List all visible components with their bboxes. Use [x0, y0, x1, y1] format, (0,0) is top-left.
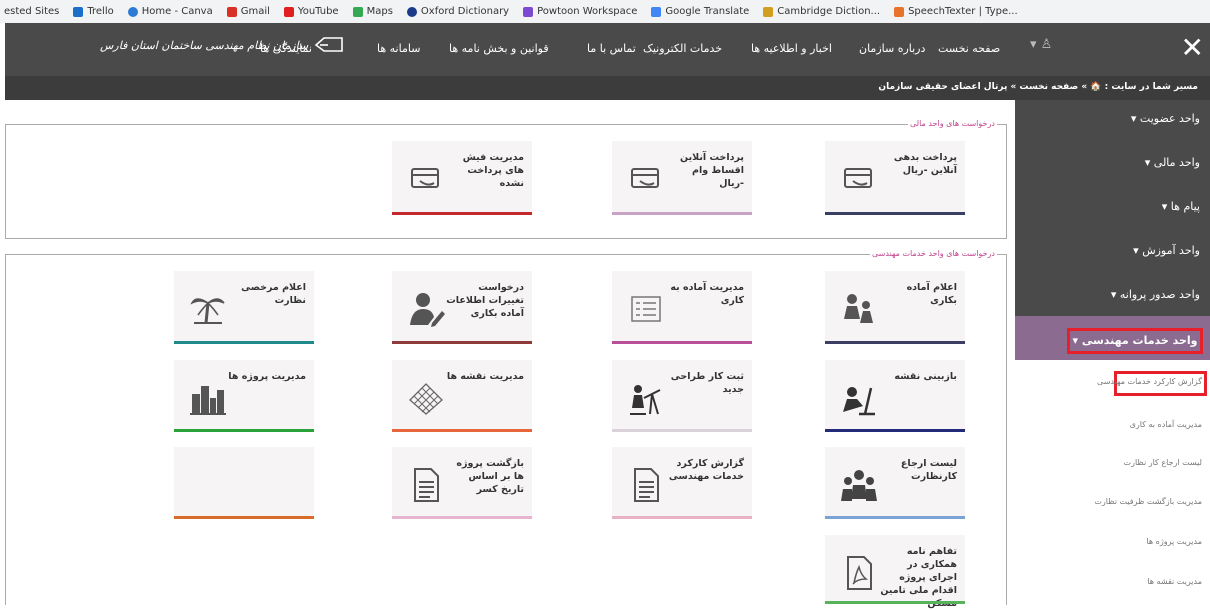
youtube-icon [283, 6, 294, 17]
bookmarks-bar: ested Sites Trello Home - Canva Gmail Yo… [0, 0, 1210, 23]
card-accent-bar [174, 429, 314, 432]
palm-tree-icon [190, 298, 225, 324]
card-accent-bar [612, 429, 752, 432]
card-accent-bar [392, 429, 532, 432]
inspector-icon [843, 387, 875, 416]
engineering-legend: درخواست های واحد خدمات مهندسی [870, 249, 997, 258]
card-project-return-by-date[interactable]: بازگشت پروژه ها بر اساس تاریخ کسر [392, 447, 532, 519]
logo-emblem-icon [314, 37, 344, 52]
card-accent-bar [612, 212, 752, 215]
sidebar-menu: واحد عضویت ▾ واحد مالی ▾ پیام ها ▾ واحد … [1015, 100, 1210, 316]
card-engineering-work-report[interactable]: گزارش کارکرد خدمات مهندسی [612, 447, 752, 519]
user-icon[interactable]: ▾ ♙ [1030, 37, 1052, 52]
sidebar-item-messages[interactable]: پیام ها ▾ [1162, 200, 1200, 213]
translate-icon [651, 6, 662, 17]
card-empty [174, 447, 314, 519]
gmail-icon [226, 6, 237, 17]
card-accent-bar [825, 341, 965, 344]
sidebar-item-education[interactable]: واحد آموزش ▾ [1133, 244, 1200, 257]
document-icon [414, 468, 439, 502]
bookmark-speechtexter[interactable]: SpeechTexter | Type... [894, 6, 1018, 17]
pdf-icon [847, 556, 872, 590]
powtoon-icon [523, 6, 534, 17]
workers-icon [844, 294, 873, 323]
nav-about[interactable]: درباره سازمان [859, 42, 925, 55]
submenu-maps[interactable]: مدیریت نقشه ها [1147, 577, 1202, 586]
submenu-capacity-return[interactable]: مدیریت بازگشت ظرفیت نظارت [1094, 497, 1202, 506]
breadcrumb: مسیر شما در سایت : 🏠 » صفحه نخست » پرتال… [878, 82, 1198, 92]
canva-icon [127, 6, 138, 17]
sidebar-item-membership[interactable]: واحد عضویت ▾ [1131, 112, 1200, 125]
bookmark-google-translate[interactable]: Google Translate [651, 6, 749, 17]
close-icon[interactable]: ✕ [1181, 33, 1204, 63]
card-announce-readiness[interactable]: اعلام آماده بکاری [825, 271, 965, 344]
oxford-icon [406, 6, 417, 17]
nav-home[interactable]: صفحه نخست [938, 42, 1000, 55]
card-readiness-management[interactable]: مدیریت آماده به کاری [612, 271, 752, 344]
bookmark-suggested-sites[interactable]: ested Sites [4, 6, 59, 17]
card-housing-cooperation-agreement[interactable]: تفاهم نامه همکاری در اجرای پروژه اقدام م… [825, 535, 965, 609]
card-accent-bar [612, 341, 752, 344]
card-accent-bar [825, 212, 965, 215]
nav-systems[interactable]: سامانه ها [377, 42, 420, 55]
card-new-design-register[interactable]: ثبت کار طراحی جدید [612, 360, 752, 432]
card-accent-bar [612, 516, 752, 519]
sidebar-item-engineering-services[interactable]: واحد خدمات مهندسی ▾ [1015, 316, 1210, 360]
map-grid-icon [409, 383, 443, 415]
card-readiness-info-change[interactable]: درخواست تغییرات اطلاعات آماده بکاری [392, 271, 532, 344]
submenu-projects[interactable]: مدیریت پروژه ها [1146, 537, 1202, 546]
bookmark-canva[interactable]: Home - Canva [127, 6, 213, 17]
card-accent-bar [825, 429, 965, 432]
card-supervision-referral-list[interactable]: لیست ارجاع کارنظارت [825, 447, 965, 519]
card-accent-bar [392, 516, 532, 519]
site-logo[interactable]: سازمان نظام مهندسی ساختمان استان فارس [100, 36, 344, 54]
trello-icon [73, 6, 84, 17]
user-edit-icon [410, 293, 445, 327]
card-payment-icon [631, 168, 659, 188]
top-navigation: ✕ ▾ ♙ صفحه نخست درباره سازمان اخبار و اط… [5, 23, 1210, 76]
nav-news[interactable]: اخبار و اطلاعیه ها [751, 42, 832, 55]
nav-e-services[interactable]: خدمات الکترونیک [643, 42, 722, 55]
card-online-debt-payment[interactable]: پرداخت بدهی آنلاین -ریال [825, 141, 965, 215]
bookmark-cambridge[interactable]: Cambridge Diction... [763, 6, 880, 17]
nav-contact[interactable]: تماس با ما [587, 42, 636, 55]
sidebar-item-finance[interactable]: واحد مالی ▾ [1145, 156, 1200, 169]
sidebar: واحد عضویت ▾ واحد مالی ▾ پیام ها ▾ واحد … [1015, 100, 1210, 604]
card-supervision-leave[interactable]: اعلام مرخصی نظارت [174, 271, 314, 344]
card-accent-bar [825, 516, 965, 519]
designer-icon [630, 385, 661, 415]
bookmark-gmail[interactable]: Gmail [226, 6, 270, 17]
speechtexter-icon [894, 6, 905, 17]
maps-icon [352, 6, 363, 17]
card-map-review[interactable]: بازبینی نقشه [825, 360, 965, 432]
card-accent-bar [392, 341, 532, 344]
bookmark-youtube[interactable]: YouTube [283, 6, 339, 17]
card-payment-icon [411, 168, 439, 188]
bookmark-maps[interactable]: Maps [352, 6, 393, 17]
cambridge-icon [763, 6, 774, 17]
card-accent-bar [174, 341, 314, 344]
document-icon [634, 468, 659, 502]
card-accent-bar [392, 212, 532, 215]
submenu-supervision-referral[interactable]: لیست ارجاع کار نظارت [1124, 458, 1202, 467]
card-online-loan-installment[interactable]: پرداخت آنلاین اقساط وام -ریال [612, 141, 752, 215]
card-accent-bar [174, 516, 314, 519]
sidebar-item-license[interactable]: واحد صدور پروانه ▾ [1111, 288, 1200, 301]
submenu-readiness-management[interactable]: مدیریت آماده به کاری [1130, 420, 1202, 429]
card-payment-icon [844, 168, 872, 188]
card-unpaid-receipts[interactable]: مدیریت فیش های پرداخت نشده [392, 141, 532, 215]
nav-laws[interactable]: قوانین و بخش نامه ها [449, 42, 549, 55]
buildings-icon [190, 386, 226, 415]
form-icon [631, 296, 661, 322]
card-projects-management[interactable]: مدیریت پروژه ها [174, 360, 314, 432]
finance-legend: درخواست های واحد مالی [908, 119, 997, 128]
submenu-work-report[interactable]: گزارش کارکرد خدمات مهندسی [1097, 377, 1202, 386]
bookmark-trello[interactable]: Trello [73, 6, 114, 17]
sidebar-active-label: واحد خدمات مهندسی ▾ [1067, 328, 1203, 354]
bookmark-powtoon[interactable]: Powtoon Workspace [523, 6, 637, 17]
bookmark-oxford[interactable]: Oxford Dictionary [406, 6, 509, 17]
card-maps-management[interactable]: مدیریت نقشه ها [392, 360, 532, 432]
group-icon [841, 470, 877, 501]
breadcrumb-bar: مسیر شما در سایت : 🏠 » صفحه نخست » پرتال… [5, 76, 1210, 100]
